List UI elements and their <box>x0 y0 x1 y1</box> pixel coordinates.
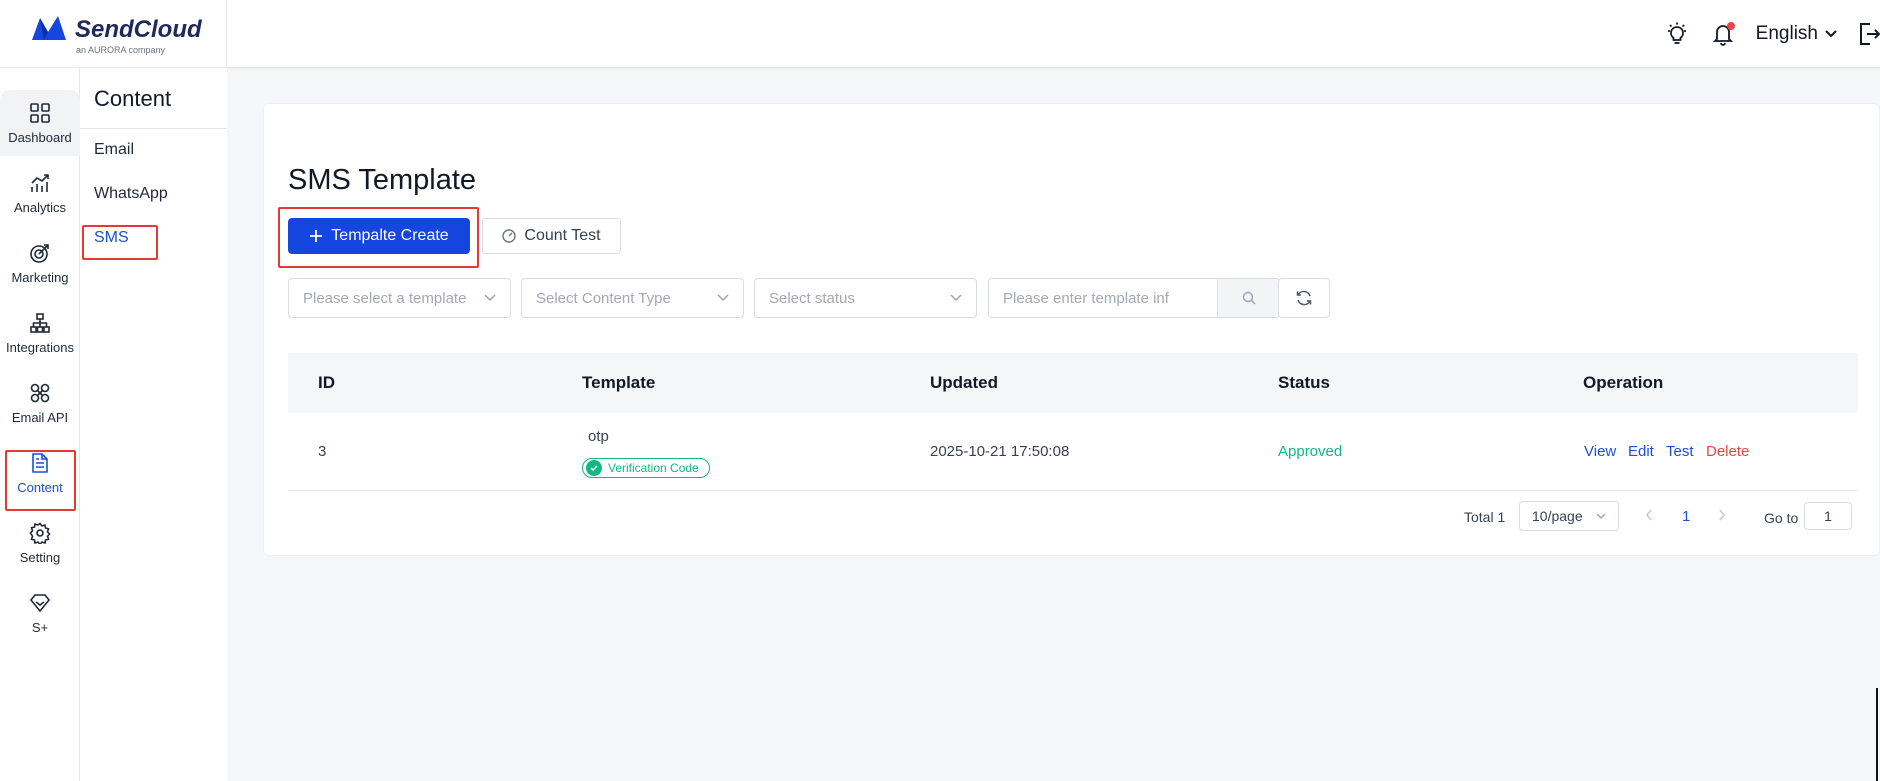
dashboard-icon <box>30 102 50 123</box>
highlight-box-content <box>5 450 76 511</box>
subnav-item-email[interactable]: Email <box>94 141 134 159</box>
rail-label-analytics: Analytics <box>13 199 67 215</box>
subnav-item-whatsapp[interactable]: WhatsApp <box>94 185 168 203</box>
template-type-badge: Verification Code <box>582 458 710 478</box>
test-link[interactable]: Test <box>1666 443 1694 460</box>
delete-link[interactable]: Delete <box>1706 443 1749 460</box>
goto-label: Go to <box>1764 510 1799 526</box>
page-title: SMS Template <box>288 164 477 196</box>
icon-rail: Dashboard Analytics Marketing Integratio… <box>0 68 80 781</box>
template-select-placeholder: Please select a template <box>303 289 467 307</box>
prev-page-icon[interactable] <box>1644 508 1654 522</box>
rail-item-marketing[interactable]: Marketing <box>0 230 80 296</box>
rail-item-dashboard[interactable]: Dashboard <box>0 90 80 156</box>
rail-item-email-api[interactable]: Email API <box>0 370 80 436</box>
view-link[interactable]: View <box>1584 443 1616 460</box>
page-size-label: 10/page <box>1532 508 1583 524</box>
lightbulb-icon[interactable] <box>1664 21 1690 47</box>
chevron-down-icon <box>950 294 962 302</box>
rail-item-s-plus[interactable]: S+ <box>0 580 80 646</box>
rail-item-setting[interactable]: Setting <box>0 510 80 576</box>
pagination-total: Total 1 <box>1464 509 1506 525</box>
content-type-placeholder: Select Content Type <box>536 289 671 307</box>
content-subnav: Content Email WhatsApp SMS <box>80 68 227 781</box>
cell-id: 3 <box>318 443 327 460</box>
rail-item-integrations[interactable]: Integrations <box>0 300 80 366</box>
subnav-divider <box>80 128 227 129</box>
chevron-down-icon <box>1825 30 1837 38</box>
page-size-select[interactable]: 10/page <box>1519 501 1619 531</box>
edit-link[interactable]: Edit <box>1628 443 1654 460</box>
rail-label-integrations: Integrations <box>6 339 74 355</box>
shield-check-icon <box>586 460 602 476</box>
gauge-icon <box>502 229 517 243</box>
cell-template-name: otp <box>588 428 609 445</box>
sendcloud-logo-icon <box>32 16 66 40</box>
highlight-box-template-create <box>278 207 479 268</box>
rail-label-setting: Setting <box>19 549 61 565</box>
language-selector[interactable]: English <box>1756 23 1838 45</box>
integrations-icon <box>30 312 50 333</box>
brand-name: SendCloud <box>75 16 202 43</box>
column-header-operation: Operation <box>1583 373 1664 392</box>
notification-dot <box>1726 22 1735 30</box>
analytics-icon <box>31 173 49 192</box>
chevron-down-icon <box>1596 513 1606 519</box>
cell-updated: 2025-10-21 17:50:08 <box>930 443 1070 460</box>
rail-label-dashboard: Dashboard <box>8 129 72 145</box>
top-bar: SendCloud an AURORA company English <box>0 0 1880 68</box>
templates-table: ID Template Updated Status Operation 3 o… <box>288 353 1858 491</box>
template-search-input[interactable] <box>989 279 1217 317</box>
table-header: ID Template Updated Status Operation <box>288 353 1858 413</box>
chevron-down-icon <box>484 294 496 302</box>
next-page-icon[interactable] <box>1717 508 1727 522</box>
status-select[interactable]: Select status <box>754 278 977 318</box>
page-number-current[interactable]: 1 <box>1682 508 1690 525</box>
diamond-icon <box>29 593 51 612</box>
content-type-select[interactable]: Select Content Type <box>521 278 744 318</box>
logo[interactable]: SendCloud an AURORA company <box>0 0 227 68</box>
count-test-button[interactable]: Count Test <box>482 218 621 254</box>
template-search <box>988 278 1280 318</box>
cell-status: Approved <box>1278 443 1343 460</box>
column-header-status: Status <box>1278 373 1330 392</box>
template-type-label: Verification Code <box>608 461 699 475</box>
search-button[interactable] <box>1217 279 1279 317</box>
rail-label-email-api: Email API <box>11 409 69 425</box>
highlight-box-sms <box>82 225 158 260</box>
language-label: English <box>1755 23 1818 44</box>
column-header-template: Template <box>582 373 656 392</box>
goto-page-input[interactable]: 1 <box>1804 502 1852 530</box>
logout-icon[interactable] <box>1858 21 1880 47</box>
refresh-icon <box>1296 290 1312 306</box>
marketing-icon <box>30 243 49 263</box>
count-test-label: Count Test <box>524 227 601 244</box>
rail-label-marketing: Marketing <box>11 269 69 285</box>
column-header-updated: Updated <box>930 373 998 392</box>
template-select[interactable]: Please select a template <box>288 278 511 318</box>
subnav-title: Content <box>94 86 172 111</box>
search-icon <box>1242 291 1255 305</box>
bell-icon[interactable] <box>1710 21 1736 47</box>
sms-template-card: SMS Template Tempalte Create Count Test … <box>263 103 1880 556</box>
gear-icon <box>29 521 51 544</box>
rail-label-s-plus: S+ <box>31 619 49 635</box>
chevron-down-icon <box>717 294 729 302</box>
status-select-placeholder: Select status <box>769 289 855 307</box>
column-header-id: ID <box>318 373 335 392</box>
rail-item-analytics[interactable]: Analytics <box>0 160 80 226</box>
email-api-icon <box>30 383 50 402</box>
scrollbar-edge <box>1876 688 1878 781</box>
top-right-actions: English <box>1664 18 1880 50</box>
refresh-button[interactable] <box>1278 278 1330 318</box>
brand-tagline: an AURORA company <box>76 45 166 55</box>
table-row: 3 otp Verification Code 2025-10-21 17:50… <box>288 413 1858 491</box>
